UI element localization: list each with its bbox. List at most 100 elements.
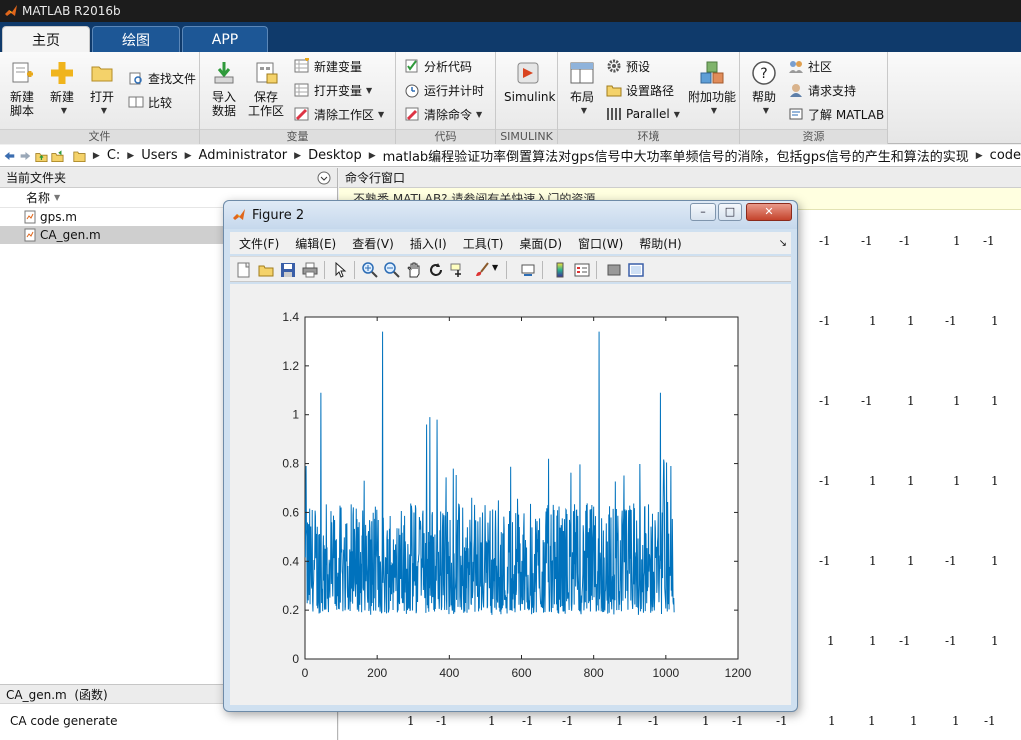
link-plot-icon[interactable] [520, 262, 536, 278]
close-button[interactable]: ✕ [746, 203, 792, 221]
output-value: 1 [953, 234, 961, 248]
panel-menu-icon[interactable] [317, 171, 331, 185]
up-folder-icon[interactable] [35, 148, 48, 164]
addons-button[interactable]: 附加功能 ▼ [686, 58, 738, 124]
variable-group-label: 变量 [200, 129, 395, 144]
tab-plots[interactable]: 绘图 [92, 26, 180, 52]
new-variable-icon [294, 57, 310, 74]
file-group: 新建 脚本 新建 ▼ 打开 ▼ 查找文件 比较 文件 [0, 52, 200, 144]
parallel-button[interactable]: Parallel ▼ [606, 104, 680, 124]
output-value: 1 [828, 714, 836, 728]
new-variable-button[interactable]: 新建变量 [294, 56, 362, 76]
crumb-code[interactable]: code [990, 148, 1021, 163]
command-window-header: 命令行窗口 [339, 168, 1021, 188]
compare-button[interactable]: 比较 [128, 92, 172, 112]
analyze-code-button[interactable]: 分析代码 [404, 56, 472, 76]
y-tick-label: 0.6 [282, 505, 299, 519]
rotate-icon[interactable] [428, 262, 444, 278]
details-body: CA code generate [0, 714, 338, 728]
crumb-users[interactable]: Users [141, 148, 177, 163]
output-value: -1 [819, 394, 831, 408]
output-value: -1 [819, 554, 831, 568]
toolbar-separator [506, 261, 507, 279]
maximize-button[interactable]: □ [718, 203, 742, 221]
learn-matlab-button[interactable]: 了解 MATLAB [788, 104, 884, 124]
output-value: -1 [436, 714, 448, 728]
analyze-code-label: 分析代码 [424, 59, 473, 74]
zoom-out-icon[interactable] [384, 262, 400, 278]
layout-button[interactable]: 布局 ▼ [560, 58, 604, 124]
help-button[interactable]: ? 帮助 ▼ [742, 58, 786, 124]
figure-canvas[interactable]: 0 200 400 600 800 1000 1200 0 0.2 0.4 0.6 0.8 1 1.2 1.… [230, 284, 791, 705]
import-data-button[interactable]: 导入 数据 [202, 58, 246, 124]
crumb-separator-icon: ▶ [975, 150, 983, 161]
crumb-desktop[interactable]: Desktop [308, 148, 362, 163]
menu-file[interactable]: 文件(F) [239, 235, 279, 252]
clear-commands-label: 清除命令 [424, 107, 473, 122]
crumb-administrator[interactable]: Administrator [199, 148, 288, 163]
print-icon[interactable] [302, 262, 318, 278]
menu-tools[interactable]: 工具(T) [463, 235, 504, 252]
find-files-label: 查找文件 [148, 71, 197, 86]
open-file-icon[interactable] [258, 262, 274, 278]
crumb-separator-icon: ▶ [368, 150, 376, 161]
open-button[interactable]: 打开 ▼ [80, 58, 124, 124]
analyze-code-icon [404, 58, 420, 74]
set-path-button[interactable]: 设置路径 [606, 80, 674, 100]
x-tick-label: 1000 [652, 666, 679, 680]
menu-desktop[interactable]: 桌面(D) [519, 235, 562, 252]
browse-folder-icon[interactable] [51, 148, 64, 164]
new-figure-icon[interactable] [236, 262, 252, 278]
crumb-project-folder[interactable]: matlab编程验证功率倒置算法对gps信号中大功率单频信号的消除，包括gps信… [383, 146, 969, 165]
tab-home[interactable]: 主页 [2, 26, 90, 52]
clear-commands-button[interactable]: 清除命令 ▼ [404, 104, 482, 124]
menu-window[interactable]: 窗口(W) [578, 235, 623, 252]
minimize-button[interactable]: – [690, 203, 716, 221]
menu-edit[interactable]: 编辑(E) [295, 235, 336, 252]
open-variable-button[interactable]: 打开变量 ▼ [294, 80, 372, 100]
clear-workspace-button[interactable]: 清除工作区 ▼ [294, 104, 384, 124]
crumb-drive[interactable]: C: [107, 148, 120, 163]
figure-titlebar[interactable]: Figure 2 – □ ✕ [224, 201, 797, 229]
simulink-button[interactable]: Simulink [504, 58, 555, 124]
parallel-label: Parallel [626, 107, 670, 121]
output-value: 1 [869, 314, 877, 328]
hide-plot-tools-icon[interactable] [606, 262, 622, 278]
show-plot-tools-icon[interactable] [628, 262, 644, 278]
forward-arrow-icon[interactable] [19, 148, 32, 164]
new-button[interactable]: 新建 ▼ [40, 58, 84, 124]
line-plot[interactable]: 0 200 400 600 800 1000 1200 0 0.2 0.4 0.6 0.8 1 1.2 1.… [230, 284, 791, 705]
back-arrow-icon[interactable] [3, 148, 16, 164]
brush-caret-icon[interactable]: ▼ [492, 263, 498, 272]
menu-insert[interactable]: 插入(I) [410, 235, 447, 252]
run-and-time-button[interactable]: 运行并计时 [404, 80, 484, 100]
legend-icon[interactable] [574, 262, 590, 278]
new-variable-label: 新建变量 [314, 59, 363, 74]
menu-view[interactable]: 查看(V) [352, 235, 394, 252]
new-caret-icon: ▼ [60, 106, 68, 115]
brush-icon[interactable] [474, 262, 490, 278]
addons-cubes-icon [699, 60, 725, 86]
preferences-button[interactable]: 预设 [606, 56, 650, 76]
new-script-button[interactable]: 新建 脚本 [0, 58, 44, 124]
name-column-label: 名称 [26, 191, 51, 205]
menu-help[interactable]: 帮助(H) [639, 235, 681, 252]
new-script-icon [9, 60, 35, 86]
save-workspace-button[interactable]: 保存 工作区 [244, 58, 288, 124]
colorbar-icon[interactable] [552, 262, 568, 278]
output-value: -1 [945, 314, 957, 328]
find-files-button[interactable]: 查找文件 [128, 68, 196, 88]
pointer-icon[interactable] [332, 262, 348, 278]
output-value: 1 [991, 394, 999, 408]
save-icon[interactable] [280, 262, 296, 278]
zoom-in-icon[interactable] [362, 262, 378, 278]
figure-window: Figure 2 – □ ✕ 文件(F) 编辑(E) 查看(V) 插入(I) 工… [223, 200, 798, 712]
community-button[interactable]: 社区 [788, 56, 832, 76]
pan-icon[interactable] [406, 262, 422, 278]
data-cursor-icon[interactable] [450, 262, 466, 278]
tab-apps[interactable]: APP [182, 26, 268, 52]
request-support-button[interactable]: 请求支持 [788, 80, 856, 100]
plot-axes [304, 316, 739, 660]
figure-menubar: 文件(F) 编辑(E) 查看(V) 插入(I) 工具(T) 桌面(D) 窗口(W… [230, 232, 791, 254]
dock-arrow-icon[interactable]: ↘ [779, 238, 787, 249]
